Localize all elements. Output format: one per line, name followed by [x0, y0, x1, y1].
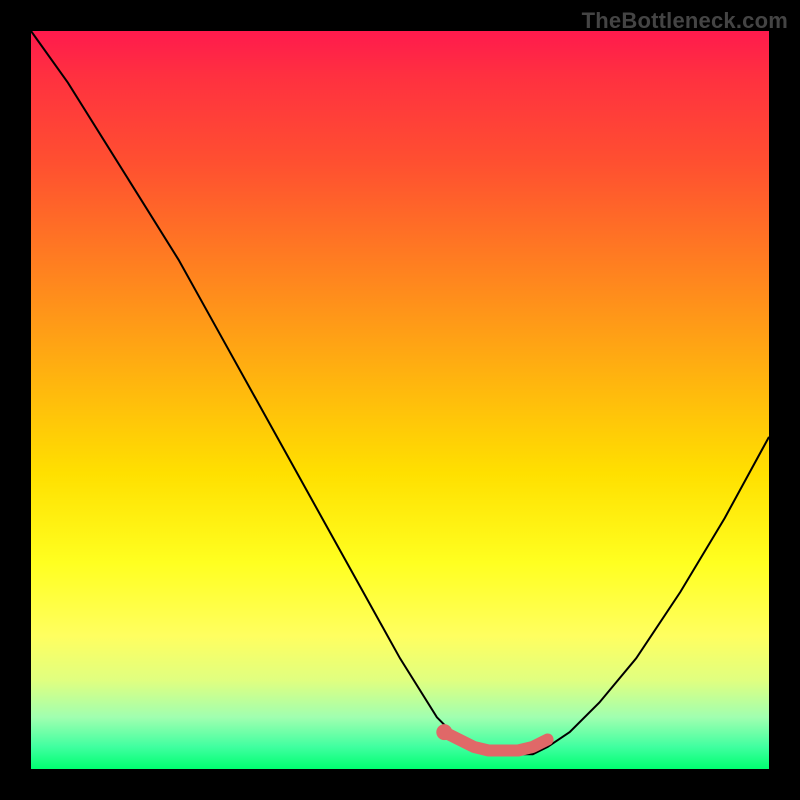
bottleneck-curve: [31, 31, 769, 754]
watermark-text: TheBottleneck.com: [582, 8, 788, 34]
highlight-segment: [444, 732, 547, 750]
curve-svg: [31, 31, 769, 769]
highlight-start-dot: [436, 724, 452, 740]
plot-area: [31, 31, 769, 769]
chart-root: TheBottleneck.com: [0, 0, 800, 800]
